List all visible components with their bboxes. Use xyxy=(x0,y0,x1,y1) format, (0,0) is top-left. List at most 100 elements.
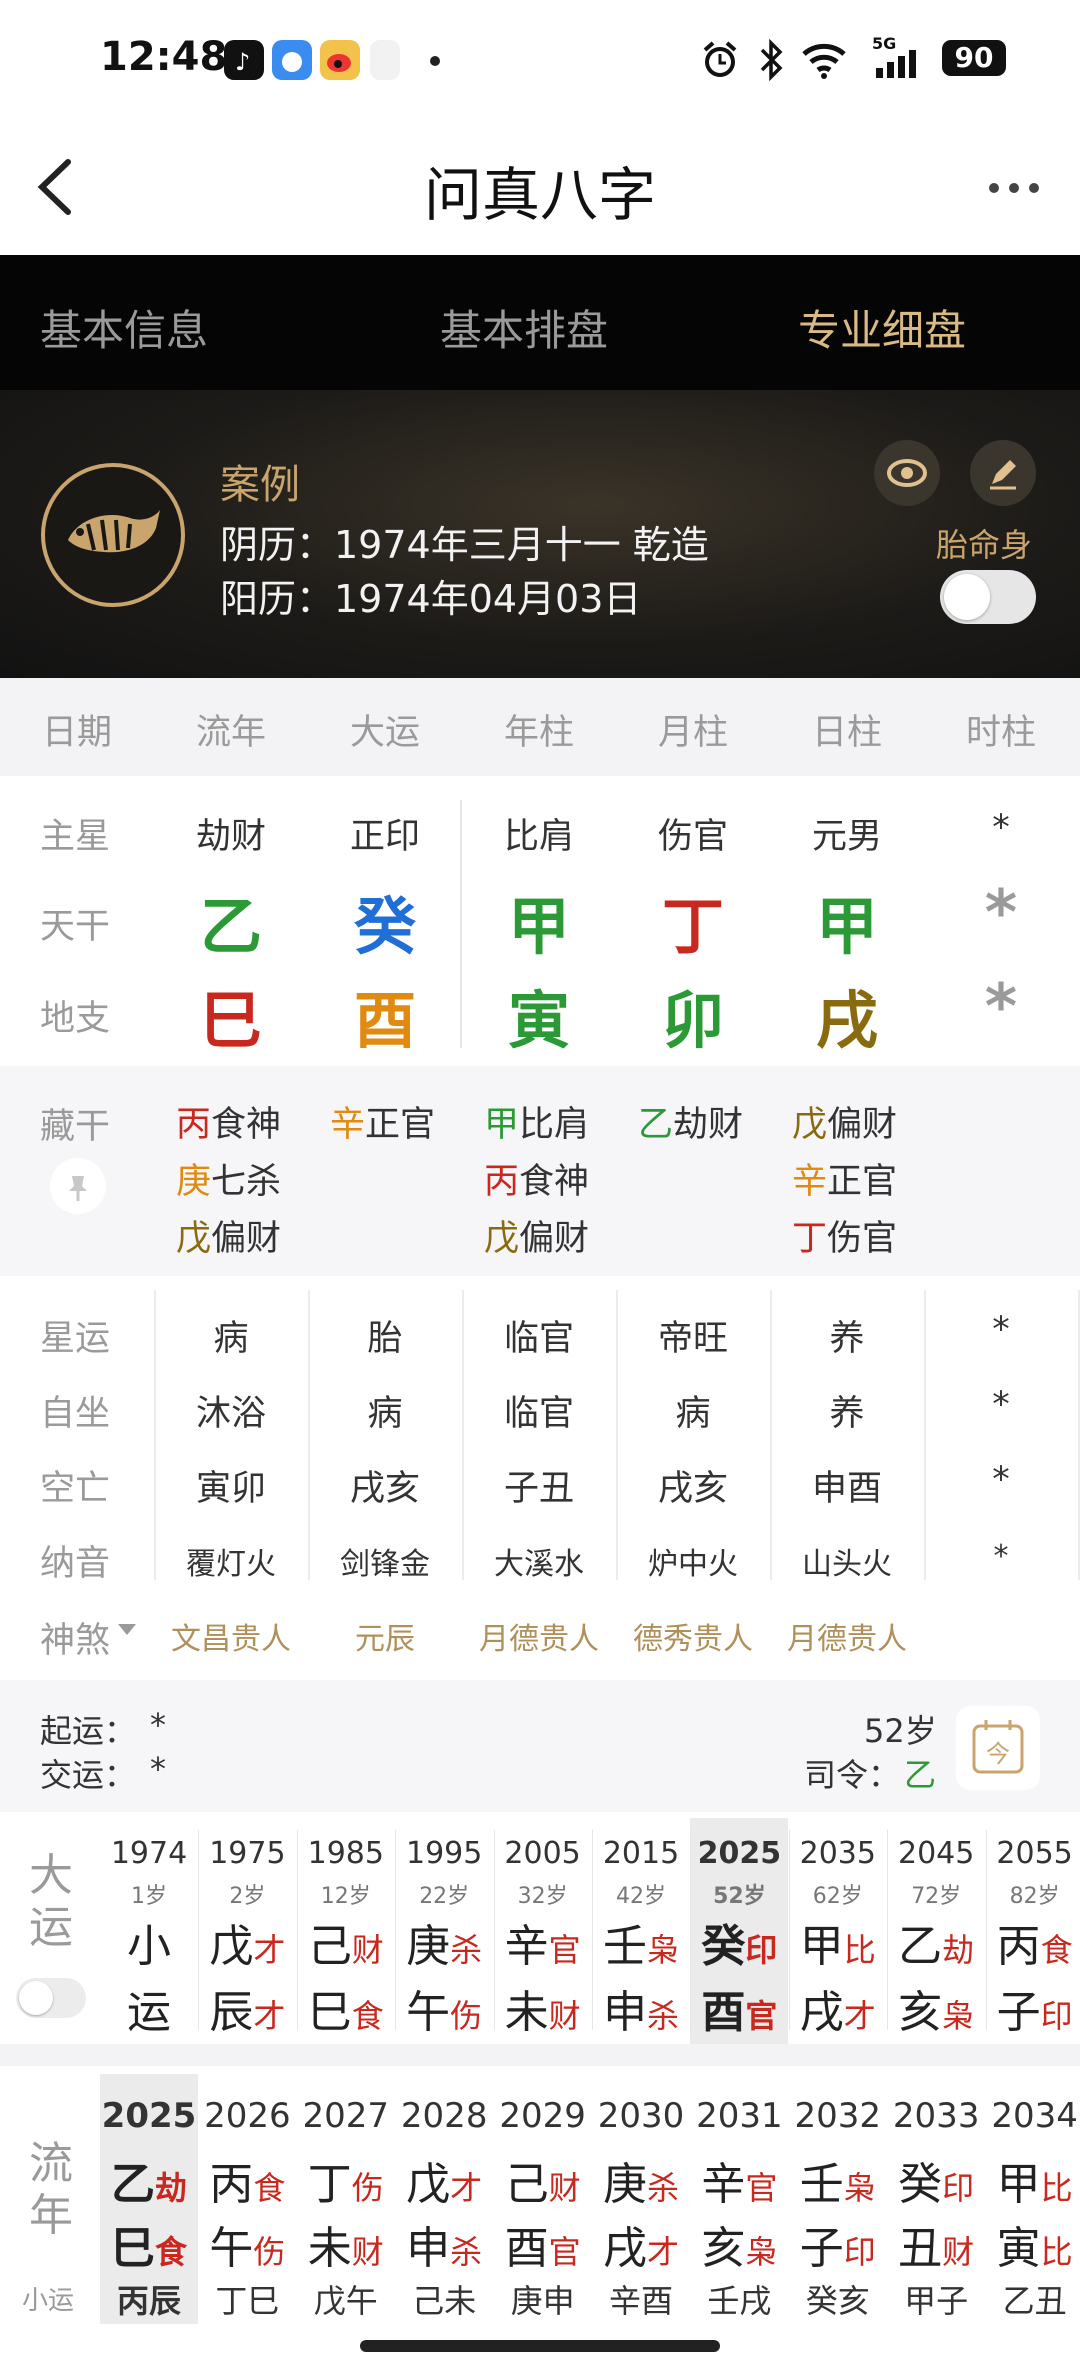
zhuxing-cell: 伤官 xyxy=(657,817,728,857)
detail-cell: 寅卯 xyxy=(195,1469,266,1509)
gan-char: 辛 xyxy=(701,2159,746,2210)
liunian-gan: 己财 xyxy=(494,2148,592,2212)
shensha-item[interactable]: 文昌贵人 xyxy=(154,1614,308,1658)
zhi-shishen: 财 xyxy=(548,1997,581,2035)
zhi-shishen: 财 xyxy=(942,2233,975,2271)
zhi-char: 辰 xyxy=(209,1987,254,2038)
zhuxing-cell: 劫财 xyxy=(195,817,266,857)
canggan-gan: 甲 xyxy=(484,1105,520,1145)
shensha-item[interactable]: 德秀贵人 xyxy=(616,1614,770,1658)
liunian-gan: 丙食 xyxy=(198,2148,296,2212)
liunian-year[interactable]: 2025 xyxy=(100,2096,198,2136)
liunian-year[interactable]: 2026 xyxy=(198,2096,296,2136)
tab-pro-chart[interactable]: 专业细盘 xyxy=(798,297,966,358)
canggan-star: 比肩 xyxy=(519,1105,590,1145)
liunian-gan: 壬枭 xyxy=(789,2148,887,2212)
gan-shishen: 官 xyxy=(745,2169,778,2207)
dayun-age: 82岁 xyxy=(1009,1884,1060,1909)
xiaoyun-cell: 癸亥 xyxy=(805,2282,870,2320)
tiangan-cell: 甲 xyxy=(507,890,570,963)
liunian-zhi: 戌才 xyxy=(592,2212,690,2276)
row-label-shensha[interactable]: 神煞 xyxy=(40,1612,110,1663)
zhi-char: 巳 xyxy=(110,2223,155,2274)
zhi-char: 子 xyxy=(799,2223,844,2274)
zhi-char: 午 xyxy=(209,2223,254,2274)
liunian-zhi: 亥枭 xyxy=(690,2212,788,2276)
zhi-shishen: 食 xyxy=(154,2233,187,2271)
today-calendar-button[interactable]: 今 xyxy=(956,1706,1040,1790)
sim-icon xyxy=(370,40,400,80)
siling-value: 乙 xyxy=(904,1756,937,1794)
dayun-gan: 甲比 xyxy=(789,1910,887,1974)
detail-label: 空亡 xyxy=(40,1469,111,1509)
edit-icon[interactable] xyxy=(970,440,1036,506)
shensha-item[interactable]: 元辰 xyxy=(308,1614,462,1658)
dayun-age: 72岁 xyxy=(911,1884,962,1909)
liunian-zhi: 寅比 xyxy=(986,2212,1080,2276)
dayun-age: 12岁 xyxy=(320,1884,371,1909)
liunian-year[interactable]: 2029 xyxy=(494,2096,592,2136)
gan-shishen: 枭 xyxy=(843,2169,876,2207)
dayun-zhi: 酉官 xyxy=(690,1976,788,2040)
liunian-year[interactable]: 2032 xyxy=(789,2096,887,2136)
liunian-label: 流年 xyxy=(29,2138,73,2241)
detail-cell: 覆灯火 xyxy=(186,1547,276,1582)
eye-icon[interactable] xyxy=(874,440,940,506)
shensha-item[interactable]: 月德贵人 xyxy=(770,1614,924,1658)
canggan-item: 戊偏财 xyxy=(484,1210,589,1261)
weather-icon xyxy=(272,40,312,80)
col-hour-pillar: 时柱 xyxy=(965,713,1036,753)
gan-char: 戊 xyxy=(406,2159,451,2210)
zhi-char: 未 xyxy=(504,1987,549,2038)
canggan-item: 庚七杀 xyxy=(176,1153,281,1204)
dayun-year: 2025 xyxy=(697,1836,782,1871)
zhi-char: 酉 xyxy=(504,2223,549,2274)
dayun-age: 62岁 xyxy=(812,1884,863,1909)
dropdown-triangle-icon[interactable] xyxy=(116,1618,138,1644)
zhi-char: 子 xyxy=(996,1987,1041,2038)
tab-basic-info[interactable]: 基本信息 xyxy=(40,297,208,358)
xiaoyun-cell: 戊午 xyxy=(313,2282,378,2320)
zhi-shishen: 财 xyxy=(351,2233,384,2271)
detail-cell: 养 xyxy=(829,1394,865,1434)
zhi-char: 寅 xyxy=(996,2223,1041,2274)
tiangan-cell: * xyxy=(984,876,1018,949)
pin-icon[interactable] xyxy=(50,1158,106,1214)
profile-banner: 案例 阴历：1974年三月十一 乾造 阳历：1974年04月03日 胎命身 xyxy=(0,390,1080,678)
row-label-tiangan: 天干 xyxy=(40,907,111,947)
gan-shishen: 财 xyxy=(351,1931,384,1969)
shensha-item[interactable]: 月德贵人 xyxy=(462,1614,616,1658)
lunar-date: 阴历：1974年三月十一 乾造 xyxy=(220,523,709,567)
liunian-year[interactable]: 2034 xyxy=(986,2096,1080,2136)
detail-cell: 临官 xyxy=(503,1319,574,1359)
canggan-item: 戊偏财 xyxy=(792,1096,897,1147)
detail-cell: 帝旺 xyxy=(657,1319,728,1359)
dayun-year: 1974 xyxy=(110,1836,188,1871)
dayun-gan: 辛官 xyxy=(494,1910,592,1974)
liunian-gan: 癸印 xyxy=(887,2148,985,2212)
canggan-gan: 辛 xyxy=(330,1105,366,1145)
detail-label: 星运 xyxy=(40,1319,111,1359)
taimingshen-toggle[interactable] xyxy=(940,570,1036,624)
liunian-year[interactable]: 2033 xyxy=(887,2096,985,2136)
xiaoyun-cell: 甲子 xyxy=(904,2282,969,2320)
liunian-year[interactable]: 2030 xyxy=(592,2096,690,2136)
liunian-year[interactable]: 2031 xyxy=(690,2096,788,2136)
dayun-toggle[interactable] xyxy=(16,1978,86,2018)
detail-cell: 沐浴 xyxy=(195,1394,266,1434)
gan-char: 乙 xyxy=(898,1921,943,1972)
zhi-shishen: 伤 xyxy=(450,1997,483,2035)
zhi-char: 戌 xyxy=(602,2223,647,2274)
tab-bar: 基本信息 基本排盘 专业细盘 xyxy=(0,255,1080,390)
tab-basic-chart[interactable]: 基本排盘 xyxy=(440,297,608,358)
more-menu-icon[interactable] xyxy=(986,180,1046,200)
col-liunian: 流年 xyxy=(195,713,266,753)
liunian-year[interactable]: 2028 xyxy=(395,2096,493,2136)
current-age: 52岁 xyxy=(864,1712,937,1750)
liunian-zhi: 子印 xyxy=(789,2212,887,2276)
liunian-gan: 甲比 xyxy=(986,2148,1080,2212)
canggan-gan: 戊 xyxy=(484,1219,520,1259)
liunian-gan: 乙劫 xyxy=(100,2148,198,2212)
liunian-year[interactable]: 2027 xyxy=(297,2096,395,2136)
tiangan-cell: 甲 xyxy=(815,890,878,963)
